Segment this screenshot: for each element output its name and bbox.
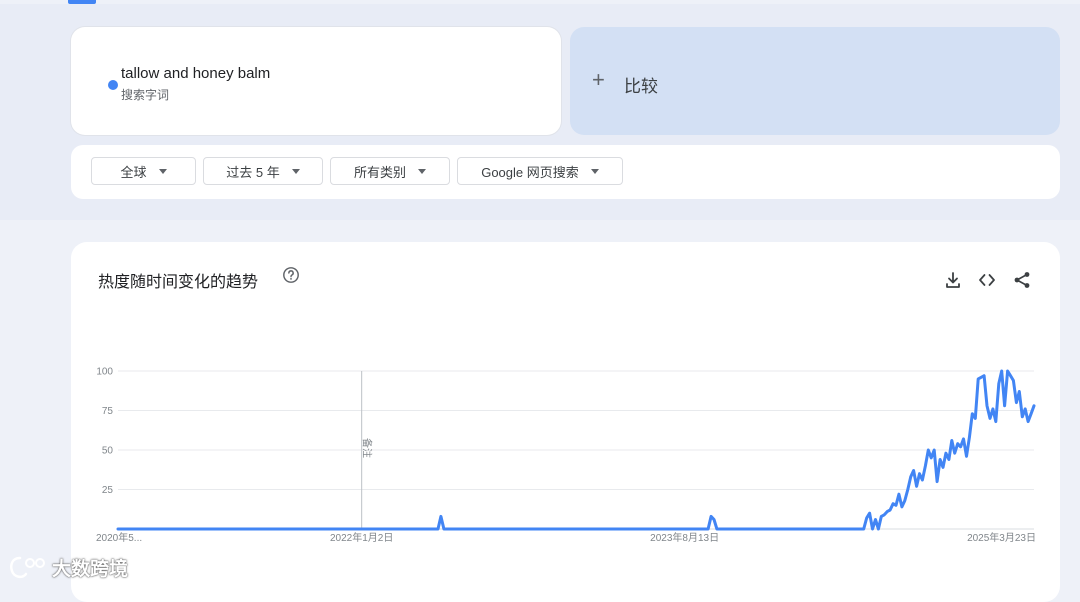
watermark-logo: 大数跨境 bbox=[8, 554, 128, 581]
y-tick-label: 50 bbox=[102, 446, 114, 457]
x-tick-label: 2023年8月13日 bbox=[650, 531, 719, 544]
x-tick-label: 2020年5... bbox=[96, 531, 142, 544]
note-label: 备注 bbox=[361, 438, 374, 458]
y-tick-label: 25 bbox=[102, 485, 114, 496]
x-tick-label: 2025年3月23日 bbox=[967, 531, 1036, 544]
interest-chart: 25 50 75 100 备注 2020年5... 2022年1月2日 2023年8月13日 2… bbox=[96, 367, 1036, 545]
y-tick-label: 100 bbox=[96, 367, 113, 378]
x-tick-label: 2022年1月2日 bbox=[330, 531, 393, 544]
watermark-logo-icon bbox=[10, 556, 45, 578]
y-tick-label: 75 bbox=[102, 406, 114, 417]
